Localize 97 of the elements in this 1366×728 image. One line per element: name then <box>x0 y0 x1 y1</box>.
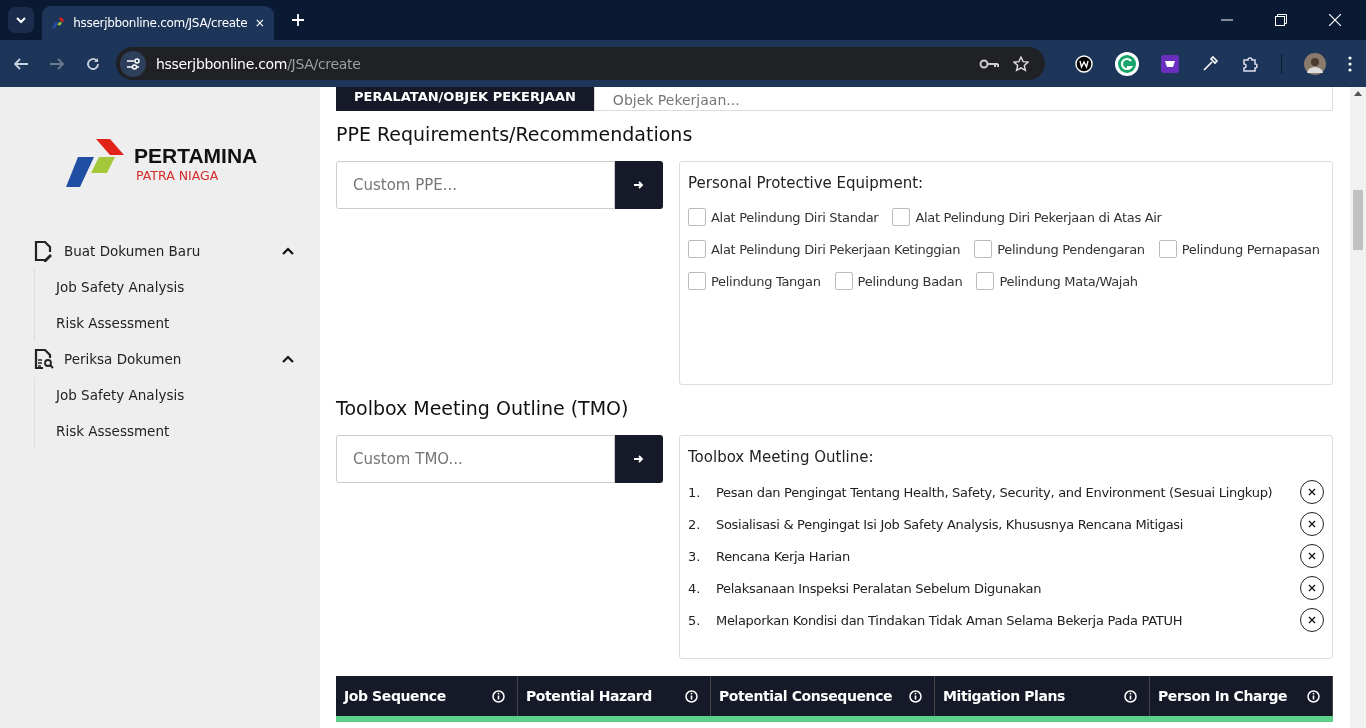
checkbox-label: Pelindung Pendengaran <box>997 241 1145 257</box>
input-field[interactable]: Custom PPE... <box>336 161 615 209</box>
remove-button[interactable] <box>1300 576 1324 600</box>
brand-subtitle: PATRA NIAGA <box>136 167 220 183</box>
plus-icon[interactable] <box>292 14 304 26</box>
close-icon <box>1308 488 1316 496</box>
checkbox-label: Pelindung Badan <box>857 273 963 289</box>
remove-button[interactable] <box>1300 608 1324 632</box>
sidebar-link[interactable]: Risk Assessment <box>56 305 320 341</box>
brand-name: PERTAMINA <box>134 143 258 168</box>
sidebar-link[interactable]: Job Safety Analysis <box>56 377 320 413</box>
back-icon[interactable] <box>14 57 28 70</box>
document-search-icon <box>34 348 54 370</box>
info-icon[interactable] <box>909 689 922 703</box>
checkbox-label: Pelindung Tangan <box>711 273 821 289</box>
checkbox-label: Pelindung Mata/Wajah <box>999 273 1138 289</box>
column-header: Job Sequence <box>344 688 446 704</box>
restore-icon[interactable] <box>1275 14 1287 26</box>
scrollbar-thumb[interactable] <box>1353 190 1363 250</box>
list-item-text: Pesan dan Pengingat Tentang Health, Safety, Security, and Environment (Sesuai Lingkup) <box>716 484 1274 500</box>
extension-icon[interactable] <box>1075 54 1094 73</box>
field-label: PERALATAN/OBJEK PEKERJAAN <box>336 87 594 111</box>
input-field[interactable]: Custom TMO... <box>336 435 615 483</box>
checkbox[interactable] <box>976 272 995 290</box>
checkbox[interactable] <box>688 272 706 290</box>
checkbox[interactable] <box>688 240 706 258</box>
list-number: 4. <box>688 580 702 596</box>
browser-tab[interactable]: hsserjbbonline.com/JSA/create <box>42 6 274 40</box>
close-icon <box>1308 520 1316 528</box>
menu-group-label: Buat Dokumen Baru <box>64 243 202 259</box>
address-bar[interactable]: hsserjbbonline.com/JSA/create <box>116 47 1046 80</box>
column-header: Mitigation Plans <box>943 688 1066 704</box>
menu-group-label: Periksa Dokumen <box>64 351 183 367</box>
checkbox[interactable] <box>974 240 993 258</box>
checkbox[interactable] <box>892 208 911 226</box>
extension-icon[interactable] <box>1161 54 1180 73</box>
list-number: 5. <box>688 612 702 628</box>
info-icon[interactable] <box>685 689 698 703</box>
menu-group-header[interactable]: Periksa Dokumen <box>34 341 294 377</box>
sidebar-link[interactable]: Job Safety Analysis <box>56 269 320 305</box>
close-icon[interactable] <box>1329 14 1341 26</box>
list-item-text: Sosialisasi & Pengingat Isi Job Safety Analysis, Khususnya Rencana Mitigasi <box>716 516 1185 532</box>
tab-title: hsserjbbonline.com/JSA/create <box>73 16 248 30</box>
list-item-text: Pelaksanaan Inspeksi Peralatan Sebelum Digunakan <box>716 580 1043 596</box>
checkbox-label: Pelindung Pernapasan <box>1181 241 1320 257</box>
sidebar-link[interactable]: Risk Assessment <box>56 413 320 449</box>
checkbox-label: Alat Pelindung Diri Pekerjaan di Atas Air <box>915 209 1162 225</box>
info-icon[interactable] <box>492 689 505 703</box>
logo-icon <box>66 139 126 187</box>
list-number: 3. <box>688 548 702 564</box>
column-header: Potential Hazard <box>526 688 652 704</box>
remove-button[interactable] <box>1300 544 1324 568</box>
tab-search-button[interactable] <box>8 7 34 33</box>
scrollbar[interactable] <box>1350 87 1366 728</box>
section-title: PPE Requirements/Recommendations <box>336 123 694 145</box>
avatar-icon[interactable] <box>1304 52 1326 75</box>
input-field[interactable]: Objek Pekerjaan... <box>593 87 1333 111</box>
menu-icon[interactable] <box>1348 55 1352 72</box>
section-title: Toolbox Meeting Outline (TMO) <box>336 397 630 419</box>
checkbox-label: Alat Pelindung Diri Standar <box>711 209 879 225</box>
close-icon <box>1308 616 1316 624</box>
list-item-text: Melaporkan Kondisi dan Tindakan Tidak Aman Selama Bekerja Pada PATUH <box>716 612 1184 628</box>
card-title: Personal Protective Equipment: <box>688 174 925 192</box>
key-icon[interactable] <box>979 58 1000 69</box>
chevron-up-icon[interactable] <box>282 355 294 363</box>
url-text: hsserjbbonline.com/JSA/create <box>156 55 361 72</box>
info-icon[interactable] <box>1124 689 1137 703</box>
close-icon <box>1308 584 1316 592</box>
list-item-text: Rencana Kerja Harian <box>716 548 851 564</box>
checkbox[interactable] <box>688 208 706 226</box>
card-title: Toolbox Meeting Outline: <box>688 448 875 466</box>
arrow-right-icon <box>634 455 644 463</box>
remove-button[interactable] <box>1300 480 1324 504</box>
logo-icon <box>52 16 65 30</box>
chevron-down-icon <box>15 16 27 24</box>
reload-icon[interactable] <box>86 56 100 71</box>
arrow-right-icon <box>634 181 644 189</box>
scroll-up-icon[interactable] <box>1354 91 1362 96</box>
checkbox[interactable] <box>1158 240 1177 258</box>
info-icon[interactable] <box>1307 689 1320 703</box>
column-header: Person In Charge <box>1158 688 1288 704</box>
bookmark-star-icon[interactable] <box>1013 55 1030 72</box>
chevron-up-icon[interactable] <box>282 247 294 255</box>
extension-icon[interactable] <box>1115 51 1140 76</box>
list-number: 2. <box>688 516 702 532</box>
document-edit-icon <box>34 240 54 262</box>
remove-button[interactable] <box>1300 512 1324 536</box>
checkbox-label: Alat Pelindung Diri Pekerjaan Ketinggian <box>711 241 961 257</box>
site-settings-icon[interactable] <box>120 50 146 77</box>
menu-group-header[interactable]: Buat Dokumen Baru <box>34 233 294 269</box>
list-number: 1. <box>688 484 702 500</box>
forward-icon[interactable] <box>50 57 64 70</box>
column-header: Potential Consequence <box>719 688 893 704</box>
checkbox[interactable] <box>834 272 853 290</box>
close-icon[interactable] <box>256 18 264 28</box>
close-icon <box>1308 552 1316 560</box>
puzzle-icon[interactable] <box>1241 54 1260 73</box>
